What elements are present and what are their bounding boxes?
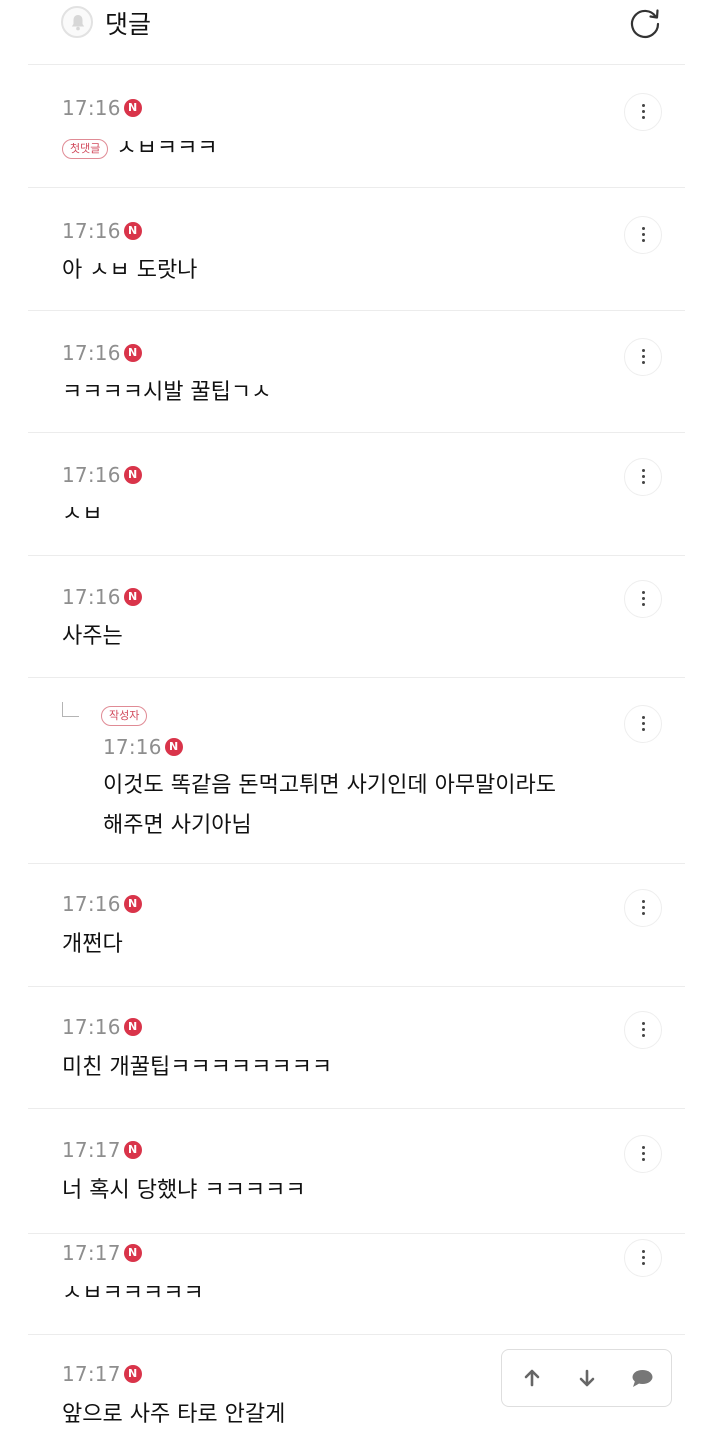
comment-meta: 17:17 N <box>62 1240 142 1266</box>
comment-item: 17:16 N 첫댓글 ㅅㅂㅋㅋㅋ <box>28 64 685 187</box>
comment-time: 17:16 <box>62 585 121 609</box>
comment-header: 댓글 <box>0 0 720 64</box>
comment-text-line: 이것도 똑같음 돈먹고튀면 사기인데 아무말이라도 <box>103 773 557 798</box>
comment-item: 17:16 N 개쩐다 <box>28 863 685 986</box>
comment-body: 앞으로 사주 타로 안갈게 <box>62 1393 285 1437</box>
comment-meta: 17:16 N <box>62 891 142 917</box>
comment-list: 17:16 N 첫댓글 ㅅㅂㅋㅋㅋ 17:16 N 아 ㅅㅂ 도랏나 17:16… <box>28 64 685 1444</box>
comment-text: 너 혹시 당했냐 ㅋㅋㅋㅋㅋ <box>62 1178 306 1203</box>
comment-text: ㅅㅂ <box>62 502 103 527</box>
comment-body: 미친 개꿀팁ㅋㅋㅋㅋㅋㅋㅋㅋ <box>62 1046 332 1090</box>
more-options-icon[interactable] <box>624 458 662 496</box>
comment-item: 17:16 N 미친 개꿀팁ㅋㅋㅋㅋㅋㅋㅋㅋ <box>28 986 685 1108</box>
comment-body: 사주는 <box>62 615 123 659</box>
reply-comment-item: 작성자 17:16 N 이것도 똑같음 돈먹고튀면 사기인데 아무말이라도 해주… <box>28 677 685 863</box>
comment-time: 17:16 <box>62 1015 121 1039</box>
more-options-icon[interactable] <box>624 338 662 376</box>
comment-meta: 17:17 N <box>62 1361 142 1387</box>
comment-text: ㅅㅂㅋㅋㅋ <box>116 136 218 161</box>
comment-text: 앞으로 사주 타로 안갈게 <box>62 1402 286 1427</box>
comment-meta: 17:16 N <box>62 584 142 610</box>
comment-item: 17:16 N ㅅㅂ <box>28 432 685 555</box>
more-options-icon[interactable] <box>624 580 662 618</box>
comment-meta: 17:16 N <box>62 462 142 488</box>
comment-meta: 17:16 N <box>62 95 142 121</box>
comment-time: 17:16 <box>62 892 121 916</box>
author-tag: 작성자 <box>101 706 148 726</box>
comment-text-line: 해주면 사기아님 <box>103 813 252 838</box>
comment-item: 17:17 N ㅅㅂㅋㅋㅋㅋㅋ <box>28 1233 685 1334</box>
bell-icon[interactable] <box>61 6 93 38</box>
new-badge-icon: N <box>123 1141 142 1159</box>
reply-arrow-icon <box>62 702 79 717</box>
comment-time: 17:16 <box>62 219 121 243</box>
more-options-icon[interactable] <box>624 1239 662 1277</box>
comment-body: ㅅㅂㅋㅋㅋㅋㅋ <box>62 1272 204 1316</box>
new-badge-icon: N <box>123 1018 142 1036</box>
arrow-up-icon[interactable] <box>518 1364 546 1392</box>
new-badge-icon: N <box>164 738 183 756</box>
new-badge-icon: N <box>123 222 142 240</box>
comment-body: 이것도 똑같음 돈먹고튀면 사기인데 아무말이라도 해주면 사기아님 <box>103 766 556 846</box>
new-badge-icon: N <box>123 588 142 606</box>
comment-body: 너 혹시 당했냐 ㅋㅋㅋㅋㅋ <box>62 1169 306 1213</box>
more-options-icon[interactable] <box>624 216 662 254</box>
chat-bubble-icon[interactable] <box>628 1364 656 1392</box>
comment-text: 사주는 <box>62 624 123 649</box>
comment-text: ㅋㅋㅋㅋ시발 꿀팁ㄱㅅ <box>62 380 272 405</box>
comment-time: 17:17 <box>62 1241 121 1265</box>
more-options-icon[interactable] <box>624 93 662 131</box>
comment-time: 17:16 <box>62 463 121 487</box>
comment-tag-row: 작성자 <box>101 706 155 726</box>
new-badge-icon: N <box>123 1365 142 1383</box>
comment-item: 17:16 N 사주는 <box>28 555 685 677</box>
more-options-icon[interactable] <box>624 705 662 743</box>
comment-time: 17:17 <box>62 1138 121 1162</box>
comment-item: 17:16 N 아 ㅅㅂ 도랏나 <box>28 187 685 310</box>
new-badge-icon: N <box>123 99 142 117</box>
new-badge-icon: N <box>123 895 142 913</box>
arrow-down-icon[interactable] <box>573 1364 601 1392</box>
more-options-icon[interactable] <box>624 889 662 927</box>
comment-meta: 17:16 N <box>62 1014 142 1040</box>
comment-meta: 17:16 N <box>62 218 142 244</box>
comment-time: 17:16 <box>62 341 121 365</box>
new-badge-icon: N <box>123 1244 142 1262</box>
comment-body: 아 ㅅㅂ 도랏나 <box>62 249 197 293</box>
comment-body: 개쩐다 <box>62 923 123 967</box>
more-options-icon[interactable] <box>624 1011 662 1049</box>
comment-meta: 17:16 N <box>103 734 183 760</box>
comment-text: 개쩐다 <box>62 932 123 957</box>
comment-body: 첫댓글 ㅅㅂㅋㅋㅋ <box>62 127 218 171</box>
comment-time: 17:16 <box>103 735 162 759</box>
comment-meta: 17:17 N <box>62 1137 142 1163</box>
comment-time: 17:17 <box>62 1362 121 1386</box>
comment-text: ㅅㅂㅋㅋㅋㅋㅋ <box>62 1281 204 1306</box>
comment-meta: 17:16 N <box>62 340 142 366</box>
new-badge-icon: N <box>123 466 142 484</box>
new-badge-icon: N <box>123 344 142 362</box>
first-comment-tag: 첫댓글 <box>62 139 109 159</box>
page-title: 댓글 <box>105 10 152 39</box>
comment-body: ㅋㅋㅋㅋ시발 꿀팁ㄱㅅ <box>62 371 271 415</box>
comment-body: ㅅㅂ <box>62 493 102 537</box>
more-options-icon[interactable] <box>624 1135 662 1173</box>
comment-text: 미친 개꿀팁ㅋㅋㅋㅋㅋㅋㅋㅋ <box>62 1055 333 1080</box>
refresh-icon[interactable] <box>626 4 664 42</box>
comment-text: 아 ㅅㅂ 도랏나 <box>62 258 198 283</box>
comment-time: 17:16 <box>62 96 121 120</box>
comment-nav-box <box>501 1349 672 1407</box>
comment-item: 17:17 N 너 혹시 당했냐 ㅋㅋㅋㅋㅋ <box>28 1108 685 1233</box>
comment-item: 17:16 N ㅋㅋㅋㅋ시발 꿀팁ㄱㅅ <box>28 310 685 432</box>
